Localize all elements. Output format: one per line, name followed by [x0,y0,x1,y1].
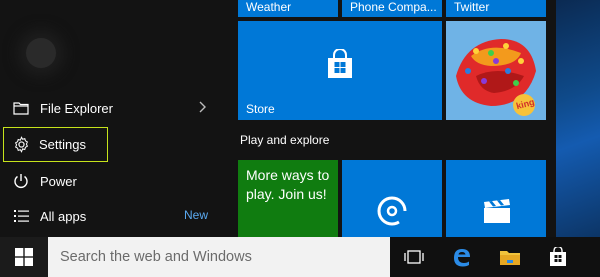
power-icon [12,172,30,190]
candy-crush-tile[interactable]: king [446,21,546,120]
store-tile[interactable]: Store [238,21,442,120]
list-icon [12,207,30,225]
weather-tile[interactable]: Weather [238,0,338,17]
taskbar: Search the web and Windows [0,237,600,277]
start-menu: File Explorer Settings Power All apps Ne… [0,0,600,237]
power-item[interactable]: Power [0,165,224,197]
folder-icon [12,99,30,117]
store-bag-icon [328,49,352,78]
settings-item[interactable]: Settings [3,127,108,162]
all-apps-label: All apps [40,208,87,224]
edge-button[interactable] [438,237,486,277]
task-view-button[interactable] [390,237,438,277]
edge-icon [454,249,470,267]
desktop-wallpaper [556,0,600,237]
file-explorer-taskbar-button[interactable] [486,237,534,277]
settings-label: Settings [39,137,86,152]
task-view-icon [404,250,424,264]
file-explorer-label: File Explorer [40,100,113,116]
store-tile-label: Store [246,102,275,116]
user-avatar[interactable] [26,38,56,68]
search-box[interactable]: Search the web and Windows [48,237,390,277]
more-ways-tile-label: More ways to play. Join us! [246,167,330,202]
twitter-tile-label: Twitter [454,0,490,14]
twitter-tile[interactable]: Twitter [446,0,546,17]
all-apps-item[interactable]: All apps New [0,200,224,232]
weather-tile-label: Weather [246,0,292,14]
search-placeholder: Search the web and Windows [60,249,252,265]
store-icon [550,247,566,266]
phone-companion-tile-label: Phone Compa... [350,0,437,14]
start-left-pane: File Explorer Settings Power All apps Ne… [0,0,226,237]
store-taskbar-button[interactable] [534,237,582,277]
gear-icon [12,136,30,154]
chevron-right-icon[interactable] [196,100,208,114]
start-button[interactable] [0,237,48,277]
more-ways-tile[interactable]: More ways to play. Join us! [238,160,338,237]
groove-music-icon [377,196,408,226]
file-explorer-icon [500,251,520,265]
clapperboard-icon [484,199,510,223]
section-title: Play and explore [240,133,330,147]
phone-companion-tile[interactable]: Phone Compa... [342,0,442,17]
new-badge: New [183,208,208,222]
movies-tv-tile[interactable] [446,160,546,237]
windows-logo-icon [15,248,33,266]
groove-music-tile[interactable] [342,160,442,237]
power-label: Power [40,173,77,189]
file-explorer-item[interactable]: File Explorer [0,92,224,124]
